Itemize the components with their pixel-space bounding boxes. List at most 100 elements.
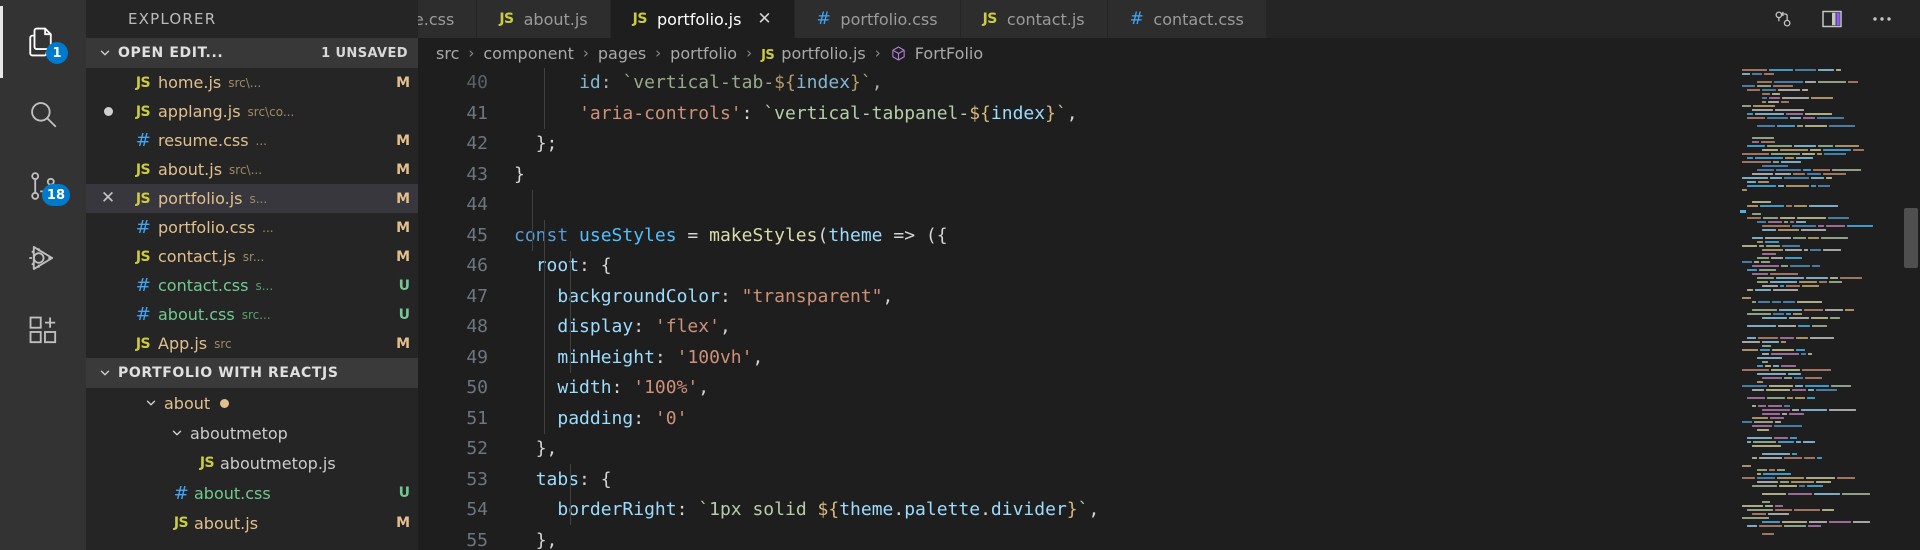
tree-file-name: aboutmetop.js [220,453,336,473]
code-line[interactable]: width: '100%', [514,373,1920,404]
js-file-icon: JS [135,190,151,207]
js-file-icon: JS [135,335,151,352]
activity-item-source-control[interactable]: 18 [0,150,86,222]
breadcrumb-item[interactable]: FortFolio [890,44,983,63]
tree-folder-item[interactable]: about [86,388,418,418]
editor-tab[interactable]: JS about.js [477,0,611,38]
indent-guide [570,464,571,525]
close-icon[interactable]: ✕ [86,190,130,207]
line-number: 45 [466,224,488,246]
code-line[interactable]: 'aria-controls': `vertical-tabpanel-${in… [514,99,1920,130]
open-editor-item[interactable]: ✕ JS portfolio.js s... M [86,184,418,213]
breadcrumb-item[interactable]: component [483,44,574,63]
code-line[interactable] [514,190,1920,221]
activity-item-extensions[interactable] [0,294,86,366]
code-line[interactable]: const useStyles = makeStyles(theme => ({ [514,221,1920,252]
editor-tab[interactable]: JS portfolio.js ✕ [610,0,795,38]
code-line[interactable]: }, [514,526,1920,550]
editor-tab[interactable]: esume.css [418,0,478,38]
open-editor-item[interactable]: JS contact.js sr... M [86,242,418,271]
open-editor-filename: portfolio.js [158,189,243,208]
line-number: 47 [466,285,488,307]
js-file-icon: JS [135,161,151,178]
unsaved-dot [103,107,113,116]
open-editor-filename: App.js [158,334,208,353]
code-line[interactable]: borderRight: `1px solid ${theme.palette.… [514,495,1920,526]
breadcrumb-item[interactable]: src [436,44,459,63]
unsaved-dot-icon[interactable] [86,107,130,116]
activity-bar: 1 18 [0,0,86,550]
git-status-badge: M [396,515,410,531]
open-editor-item[interactable]: JS home.js src\... M [86,68,418,97]
breadcrumb-label: portfolio.js [781,43,866,63]
line-number: 55 [466,529,488,550]
open-editor-item[interactable]: JS App.js src M [86,329,418,358]
editor-tab[interactable]: # contact.css [1107,0,1267,38]
code-content[interactable]: id: `vertical-tab-${index}`, 'aria-contr… [514,68,1920,550]
code-line[interactable]: root: { [514,251,1920,282]
editor-tab[interactable]: JS contact.js [960,0,1108,38]
code-line[interactable]: backgroundColor: "transparent", [514,282,1920,313]
open-editor-filename: applang.js [158,102,241,121]
open-editor-item[interactable]: # resume.css... M [86,126,418,155]
line-number: 41 [466,102,488,124]
line-number: 42 [466,133,488,154]
editor-tab-label: portfolio.js [656,9,742,29]
code-line[interactable]: tabs: { [514,465,1920,496]
scrollbar-thumb[interactable] [1904,208,1918,268]
open-editor-item[interactable]: # about.css src... U [86,300,418,329]
breadcrumb-item[interactable]: JS portfolio.js [761,44,866,63]
js-file-icon: JS [761,47,775,63]
tree-folder-item[interactable]: aboutmetop [86,418,418,448]
breadcrumb-item[interactable]: pages [598,44,646,63]
code-line[interactable]: }, [514,434,1920,465]
css-file-icon: # [135,217,151,238]
tree-file-item[interactable]: # about.css U [86,478,418,508]
chevron-down-icon [168,424,186,442]
open-editor-filepath: src [214,336,232,351]
code-line[interactable]: id: `vertical-tab-${index}`, [514,68,1920,99]
activity-item-run-and-debug[interactable] [0,222,86,294]
indent-guide [570,251,571,373]
git-status-badge: M [396,248,410,265]
open-editor-filepath: s... [255,278,274,293]
vertical-scrollbar[interactable] [1900,68,1920,550]
editor-tab-actions [1750,0,1920,38]
open-editor-filepath: src... [241,307,271,322]
line-number: 49 [466,346,488,368]
editor-tab[interactable]: # portfolio.css [794,0,961,38]
vscode-window: 1 18 EXPLORER OPEN EDIT... 1 UNSAVED JS … [0,0,1920,550]
tree-file-item[interactable]: JS aboutmetop.js [86,448,418,478]
code-line[interactable]: } [514,160,1920,191]
code-editor[interactable]: 40414243444546474849505152535455565758 i… [418,68,1920,550]
editor-tab-label: portfolio.css [840,9,938,29]
css-file-icon: # [135,304,151,325]
split-editor-right-icon[interactable] [1820,8,1844,30]
code-line[interactable]: }; [514,129,1920,160]
editor-tab-label: contact.js [1006,9,1085,29]
more-actions-icon[interactable] [1870,14,1894,24]
activity-item-search[interactable] [0,78,86,150]
tree-file-item[interactable]: JS about.js M [86,508,418,538]
chevron-down-icon [96,364,114,382]
breadcrumb-item[interactable]: portfolio [670,44,737,63]
editor-tab-label: esume.css [418,9,455,29]
close-icon[interactable]: ✕ [757,10,771,28]
split-editor-down-icon[interactable] [1772,8,1794,30]
section-project-root[interactable]: PORTFOLIO WITH REACTJS [86,358,418,388]
folder-modified-dot [220,398,230,408]
code-line[interactable]: display: 'flex', [514,312,1920,343]
open-editor-item[interactable]: # portfolio.css... M [86,213,418,242]
open-editor-item[interactable]: JS about.js src\... M [86,155,418,184]
activity-item-explorer[interactable]: 1 [0,6,86,78]
open-editor-item[interactable]: JS applang.js src\co... [86,97,418,126]
breadcrumb-separator: › [746,44,753,62]
js-file-icon: JS [632,11,648,27]
indent-guide [544,68,545,129]
editor-tab-bar: esume.css JS about.js JS portfolio.js ✕ # portf… [418,0,1920,38]
symbol-class-icon [890,44,907,63]
open-editor-item[interactable]: # contact.css s... U [86,271,418,300]
code-line[interactable]: minHeight: '100vh', [514,343,1920,374]
section-open-editors[interactable]: OPEN EDIT... 1 UNSAVED [86,38,418,68]
code-line[interactable]: padding: '0' [514,404,1920,435]
